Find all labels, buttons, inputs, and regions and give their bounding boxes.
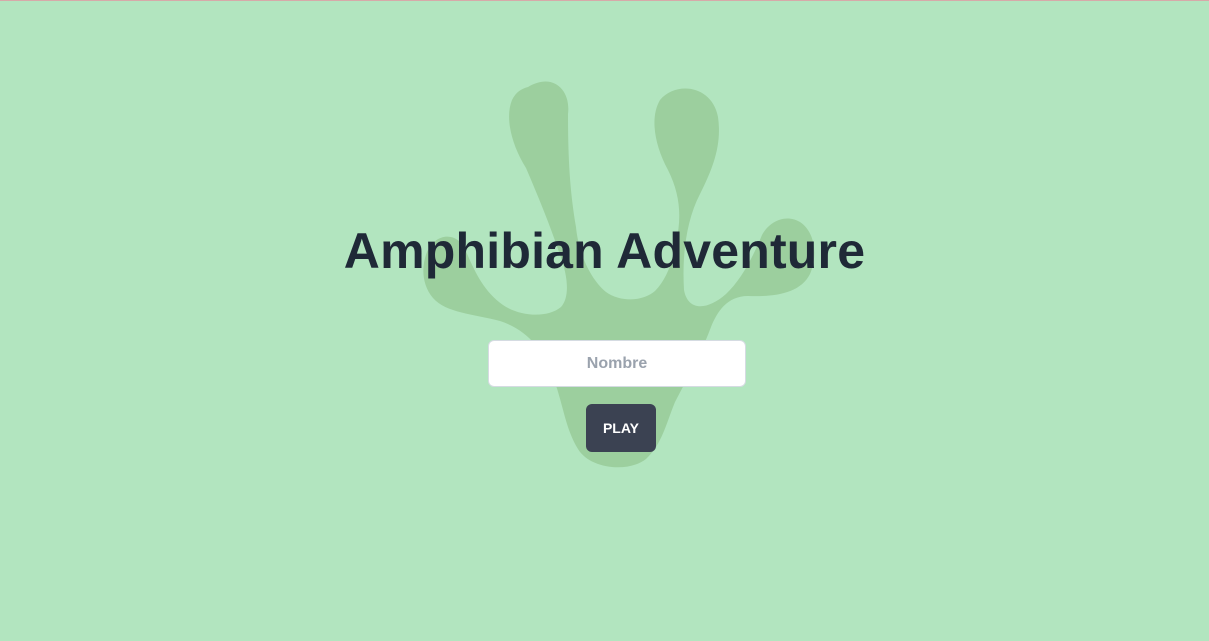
play-button[interactable]: PLAY bbox=[586, 404, 656, 452]
top-border-line bbox=[0, 0, 1209, 1]
page-title: Amphibian Adventure bbox=[343, 223, 866, 279]
name-input[interactable] bbox=[488, 340, 746, 387]
